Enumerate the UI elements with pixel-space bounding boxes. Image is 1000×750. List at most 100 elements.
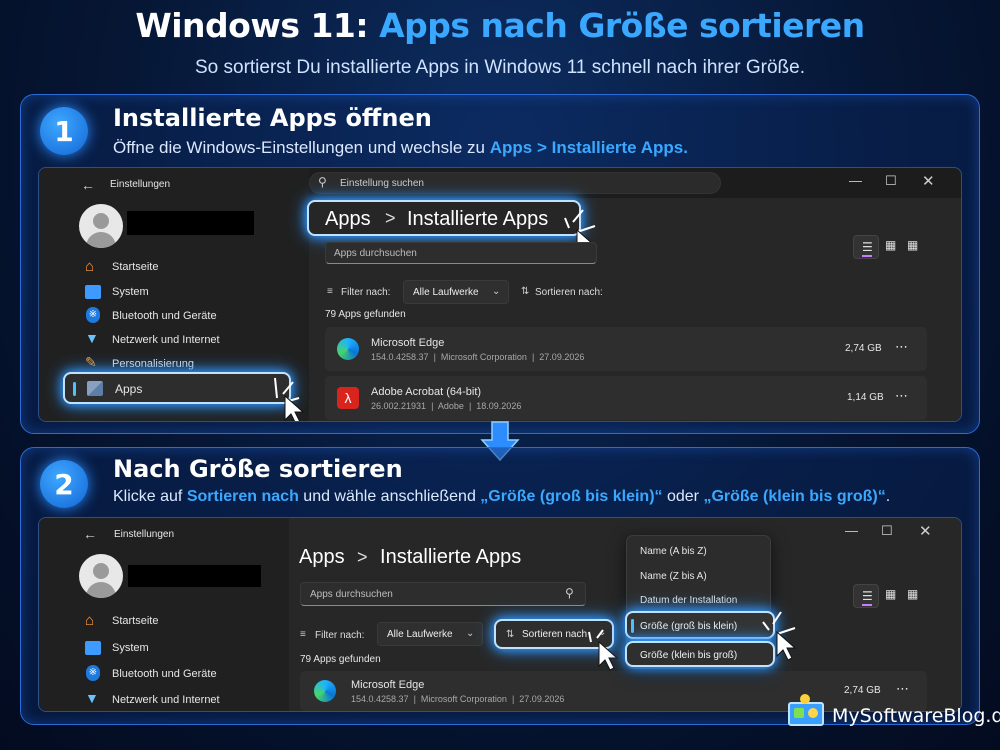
breadcrumb: Apps > Installierte Apps [307, 200, 581, 236]
app-meta: 26.002.21931 | Adobe | 18.09.2026 [371, 401, 522, 411]
more-options-icon[interactable]: ⋯ [896, 681, 909, 697]
sidebar-item-label: Apps [115, 382, 143, 396]
minimize-icon[interactable]: — [849, 173, 862, 188]
sort-option-name-asc[interactable]: Name (A bis Z) [640, 546, 707, 557]
bluetooth-icon: ※ [86, 665, 100, 681]
blog-watermark: MySoftwareBlog.de [832, 705, 1000, 727]
sidebar-item-label: System [112, 286, 149, 298]
cursor-pointer-icon [588, 629, 619, 671]
filter-dropdown[interactable]: Alle Laufwerke ⌄ [377, 622, 483, 646]
monitor-icon [85, 641, 101, 655]
app-version: 26.002.21931 [371, 401, 427, 411]
back-icon[interactable]: ← [81, 177, 95, 193]
app-publisher: Microsoft Corporation [420, 694, 507, 704]
app-row-edge[interactable]: Microsoft Edge 154.0.4258.37 | Microsoft… [325, 327, 927, 371]
filter-dropdown[interactable]: Alle Laufwerke ⌄ [403, 280, 509, 304]
settings-search-placeholder: Einstellung suchen [340, 178, 424, 189]
apps-count: 79 Apps gefunden [325, 309, 406, 320]
breadcrumb-root[interactable]: Apps [325, 208, 371, 231]
apps-search-input[interactable]: Apps durchsuchen [325, 242, 597, 264]
sort-option-install-date[interactable]: Datum der Installation [640, 595, 737, 606]
avatar [79, 204, 123, 248]
step1-number: 1 [40, 107, 88, 155]
grid-large-icon[interactable]: ▦ [907, 238, 918, 252]
sort-icon: ⇅ [506, 629, 515, 640]
sidebar-item-network[interactable]: ▼ Netzwerk und Internet [85, 690, 285, 711]
sort-label[interactable]: Sortieren nach: [535, 287, 603, 298]
more-options-icon[interactable]: ⋯ [895, 388, 908, 404]
sort-label: Sortieren nach [522, 629, 588, 640]
monitor-icon [85, 285, 101, 299]
apps-count: 79 Apps gefunden [300, 654, 381, 665]
grid-small-icon[interactable]: ▦ [885, 587, 896, 601]
active-indicator [862, 255, 872, 257]
step2-description: Klicke auf Sortieren nach und wähle ansc… [113, 488, 890, 506]
wifi-icon: ▼ [85, 690, 99, 706]
cursor-pointer-icon [762, 611, 797, 661]
app-publisher: Adobe [437, 401, 464, 411]
sidebar-item-bluetooth[interactable]: ※ Bluetooth und Geräte [85, 665, 285, 685]
step2-title: Nach Größe sortieren [113, 455, 403, 483]
grid-large-icon[interactable]: ▦ [907, 587, 918, 601]
list-view-button[interactable]: ☰ [853, 235, 879, 259]
edge-icon [337, 338, 359, 360]
close-icon[interactable]: ✕ [922, 172, 935, 190]
sidebar-item-system[interactable]: System [85, 283, 295, 303]
filter-value: Alle Laufwerke [387, 629, 453, 640]
sort-option-name-desc[interactable]: Name (Z bis A) [640, 571, 707, 582]
sort-option-size-desc[interactable]: Größe (groß bis klein) [625, 611, 775, 639]
sort-icon: ⇅ [521, 286, 530, 297]
sort-option-size-asc[interactable]: Größe (klein bis groß) [625, 641, 775, 667]
sidebar-item-home[interactable]: ⌂ Startseite [85, 258, 295, 278]
page-title: Windows 11: Apps nach Größe sortieren [0, 6, 1000, 45]
breadcrumb-separator: > [357, 547, 368, 567]
more-options-icon[interactable]: ⋯ [895, 339, 908, 355]
blog-logo-icon [786, 694, 826, 732]
app-date: 27.09.2026 [539, 352, 585, 362]
settings-search[interactable]: ⚲ Einstellung suchen [309, 172, 721, 194]
window-title: Einstellungen [114, 529, 175, 540]
redacted-username [127, 211, 254, 235]
back-icon[interactable]: ← [83, 526, 97, 542]
sidebar-item-apps[interactable]: Apps [63, 372, 291, 404]
sidebar-item-system[interactable]: System [85, 639, 285, 659]
breadcrumb-page: Installierte Apps [380, 546, 522, 568]
sidebar-item-home[interactable]: ⌂ Startseite [85, 612, 285, 632]
selection-indicator [631, 619, 634, 633]
apps-icon [87, 381, 103, 396]
apps-search-placeholder: Apps durchsuchen [310, 589, 393, 600]
grid-small-icon[interactable]: ▦ [885, 238, 896, 252]
app-name: Microsoft Edge [371, 337, 445, 349]
sidebar-item-label: Bluetooth und Geräte [112, 668, 217, 680]
breadcrumb-root[interactable]: Apps [299, 546, 345, 568]
close-icon[interactable]: ✕ [919, 522, 932, 540]
app-row-acrobat[interactable]: λ Adobe Acrobat (64-bit) 26.002.21931 | … [325, 376, 927, 420]
maximize-icon[interactable]: ☐ [881, 523, 893, 539]
sidebar-item-label: Netzwerk und Internet [112, 334, 220, 346]
sort-option-label: Größe (groß bis klein) [640, 621, 738, 632]
sidebar-item-label: System [112, 642, 149, 654]
sidebar-item-network[interactable]: ▼ Netzwerk und Internet [85, 330, 295, 351]
step1-description: Öffne die Windows-Einstellungen und wech… [113, 138, 688, 158]
search-icon: ⚲ [565, 586, 574, 600]
apps-search-input[interactable]: Apps durchsuchen ⚲ [300, 582, 586, 606]
step2-desc-highlight: „Größe (groß bis klein)“ [480, 488, 663, 505]
filter-value: Alle Laufwerke [413, 287, 479, 298]
maximize-icon[interactable]: ☐ [885, 173, 897, 189]
settings-window-2: ← Einstellungen — ☐ ✕ ⌂ Startseite Syste… [38, 517, 962, 712]
step2-desc-text: . [885, 488, 891, 505]
app-date: 27.09.2026 [519, 694, 565, 704]
app-name: Adobe Acrobat (64-bit) [371, 386, 482, 398]
window-title: Einstellungen [110, 179, 171, 190]
app-version: 154.0.4258.37 [351, 694, 409, 704]
home-icon: ⌂ [85, 258, 95, 275]
search-icon: ⚲ [318, 175, 327, 189]
sidebar-item-bluetooth[interactable]: ※ Bluetooth und Geräte [85, 307, 295, 327]
minimize-icon[interactable]: — [845, 523, 858, 538]
list-view-button[interactable]: ☰ [853, 584, 879, 608]
list-icon: ☰ [862, 240, 873, 254]
avatar [79, 554, 123, 598]
settings-window-1: ← Einstellungen ⚲ Einstellung suchen — ☐… [38, 167, 962, 422]
breadcrumb-separator: > [385, 208, 396, 228]
step2-desc-highlight: Sortieren nach [186, 488, 299, 505]
